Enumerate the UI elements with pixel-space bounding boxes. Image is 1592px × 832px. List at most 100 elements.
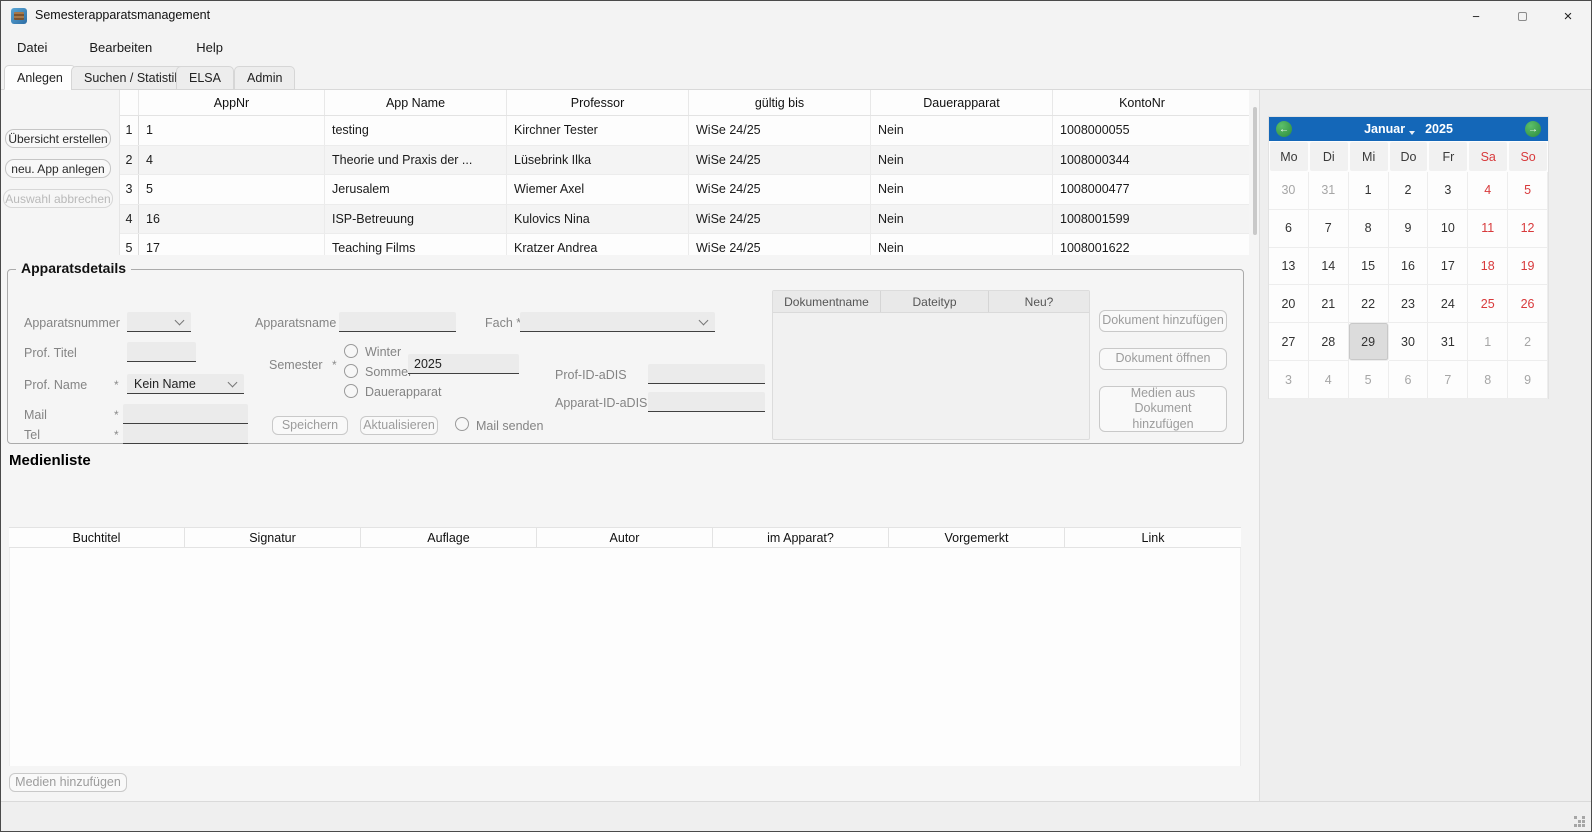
tab-admin[interactable]: Admin xyxy=(234,66,295,90)
calendar-day[interactable]: 2 xyxy=(1389,172,1429,210)
calendar-day[interactable]: 3 xyxy=(1428,172,1468,210)
calendar-day[interactable]: 13 xyxy=(1269,248,1309,286)
column-header-appname[interactable]: App Name xyxy=(325,90,507,115)
table-row[interactable]: 35JerusalemWiemer AxelWiSe 24/25Nein1008… xyxy=(120,175,1249,205)
column-header-kontonr[interactable]: KontoNr xyxy=(1053,90,1231,115)
calendar-day[interactable]: 31 xyxy=(1309,172,1349,210)
column-header-gueltig-bis[interactable]: gültig bis xyxy=(689,90,871,115)
menu-bearbeiten[interactable]: Bearbeiten xyxy=(83,36,158,59)
calendar-day[interactable]: 4 xyxy=(1468,172,1508,210)
calendar-day[interactable]: 29 xyxy=(1349,323,1389,361)
calendar-day[interactable]: 11 xyxy=(1468,210,1508,248)
minimize-button[interactable]: − xyxy=(1453,1,1499,31)
calendar-day[interactable]: 6 xyxy=(1269,210,1309,248)
apparatsname-input[interactable] xyxy=(339,312,456,332)
column-header-dauerapparat[interactable]: Dauerapparat xyxy=(871,90,1053,115)
calendar-day[interactable]: 24 xyxy=(1428,285,1468,323)
prof-titel-input[interactable] xyxy=(127,342,196,362)
winter-radio[interactable] xyxy=(344,344,358,358)
table-row[interactable]: 24Theorie und Praxis der ...Lüsebrink Il… xyxy=(120,146,1249,176)
tab-anlegen[interactable]: Anlegen xyxy=(4,65,76,90)
calendar-day[interactable]: 9 xyxy=(1389,210,1429,248)
calendar-day[interactable]: 18 xyxy=(1468,248,1508,286)
calendar-day[interactable]: 19 xyxy=(1508,248,1548,286)
calendar-day[interactable]: 1 xyxy=(1349,172,1389,210)
calendar-day[interactable]: 8 xyxy=(1349,210,1389,248)
calendar-day[interactable]: 6 xyxy=(1389,361,1429,399)
menu-datei[interactable]: Datei xyxy=(11,36,53,59)
calendar-day[interactable]: 8 xyxy=(1468,361,1508,399)
medien-aus-dokument-button[interactable]: Medien aus Dokument hinzufügen xyxy=(1099,386,1227,432)
medien-hinzufuegen-button[interactable]: Medien hinzufügen xyxy=(9,773,127,792)
apparatsnummer-combo[interactable] xyxy=(127,312,191,332)
table-cell: 5 xyxy=(139,175,325,204)
prof-id-adis-input[interactable] xyxy=(648,364,765,384)
calendar-day[interactable]: 16 xyxy=(1389,248,1429,286)
maximize-button[interactable] xyxy=(1499,1,1545,31)
tel-input[interactable] xyxy=(123,424,248,444)
calendar-day[interactable]: 30 xyxy=(1389,323,1429,361)
apps-table-scrollbar[interactable] xyxy=(1253,107,1257,235)
calendar-day[interactable]: 3 xyxy=(1269,361,1309,399)
next-month-button[interactable]: → xyxy=(1525,121,1541,137)
calendar-day[interactable]: 1 xyxy=(1468,323,1508,361)
calendar-day[interactable]: 7 xyxy=(1428,361,1468,399)
menu-help[interactable]: Help xyxy=(190,36,229,59)
previous-month-button[interactable]: ← xyxy=(1276,121,1292,137)
winter-label: Winter xyxy=(365,345,401,359)
table-row[interactable]: 416ISP-BetreuungKulovics NinaWiSe 24/25N… xyxy=(120,205,1249,235)
calendar-day[interactable]: 22 xyxy=(1349,285,1389,323)
calendar-day[interactable]: 30 xyxy=(1269,172,1309,210)
neue-app-anlegen-button[interactable]: neu. App anlegen xyxy=(5,159,111,178)
calendar-day[interactable]: 15 xyxy=(1349,248,1389,286)
calendar-day[interactable]: 23 xyxy=(1389,285,1429,323)
calendar-day[interactable]: 5 xyxy=(1508,172,1548,210)
apparat-id-adis-input[interactable] xyxy=(648,392,765,412)
sommer-radio[interactable] xyxy=(344,364,358,378)
table-row[interactable]: 11testingKirchner TesterWiSe 24/25Nein10… xyxy=(120,116,1249,146)
column-header-appnr[interactable]: AppNr xyxy=(139,90,325,115)
table-cell: Kirchner Tester xyxy=(507,116,689,145)
calendar-day[interactable]: 17 xyxy=(1428,248,1468,286)
groupbox-legend: Apparatsdetails xyxy=(16,260,131,276)
tab-elsa[interactable]: ELSA xyxy=(176,66,234,90)
calendar-day[interactable]: 12 xyxy=(1508,210,1548,248)
calendar-day[interactable]: 20 xyxy=(1269,285,1309,323)
aktualisieren-button[interactable]: Aktualisieren xyxy=(360,416,438,435)
calendar-day[interactable]: 7 xyxy=(1309,210,1349,248)
speichern-button[interactable]: Speichern xyxy=(272,416,348,435)
uebersicht-erstellen-button[interactable]: Übersicht erstellen xyxy=(5,129,111,148)
calendar-day[interactable]: 9 xyxy=(1508,361,1548,399)
calendar-day[interactable]: 10 xyxy=(1428,210,1468,248)
calendar-day[interactable]: 14 xyxy=(1309,248,1349,286)
calendar-day[interactable]: 28 xyxy=(1309,323,1349,361)
prof-name-combo[interactable]: Kein Name xyxy=(127,374,244,394)
calendar-day[interactable]: 31 xyxy=(1428,323,1468,361)
calendar-month[interactable]: Januar xyxy=(1364,122,1405,136)
calendar-day[interactable]: 25 xyxy=(1468,285,1508,323)
dokument-oeffnen-button[interactable]: Dokument öffnen xyxy=(1099,348,1227,370)
dokument-hinzufuegen-button[interactable]: Dokument hinzufügen xyxy=(1099,310,1227,332)
calendar-day[interactable]: 27 xyxy=(1269,323,1309,361)
apps-table: AppNr App Name Professor gültig bis Daue… xyxy=(119,90,1249,255)
fach-combo[interactable] xyxy=(520,312,715,332)
calendar-month-year[interactable]: Januar 2025 xyxy=(1364,122,1453,136)
resize-grip-icon[interactable] xyxy=(1574,816,1586,828)
documents-list-header: Dokumentname Dateityp Neu? xyxy=(773,291,1089,313)
calendar-day[interactable]: 2 xyxy=(1508,323,1548,361)
calendar-day[interactable]: 5 xyxy=(1349,361,1389,399)
auswahl-abbrechen-button[interactable]: Auswahl abbrechen xyxy=(3,189,113,208)
menu-bar: Datei Bearbeiten Help xyxy=(1,31,1591,63)
calendar-day[interactable]: 26 xyxy=(1508,285,1548,323)
mail-senden-checkbox[interactable] xyxy=(455,417,469,431)
semester-year-input[interactable] xyxy=(408,354,519,374)
calendar-year[interactable]: 2025 xyxy=(1425,122,1453,136)
calendar-day[interactable]: 4 xyxy=(1309,361,1349,399)
dauerapparat-radio[interactable] xyxy=(344,384,358,398)
table-row[interactable]: 517Teaching FilmsKratzer AndreaWiSe 24/2… xyxy=(120,234,1249,255)
column-header-professor[interactable]: Professor xyxy=(507,90,689,115)
calendar-day[interactable]: 21 xyxy=(1309,285,1349,323)
prof-name-value: Kein Name xyxy=(134,377,196,391)
close-button[interactable]: × xyxy=(1545,1,1591,31)
mail-input[interactable] xyxy=(123,404,248,424)
